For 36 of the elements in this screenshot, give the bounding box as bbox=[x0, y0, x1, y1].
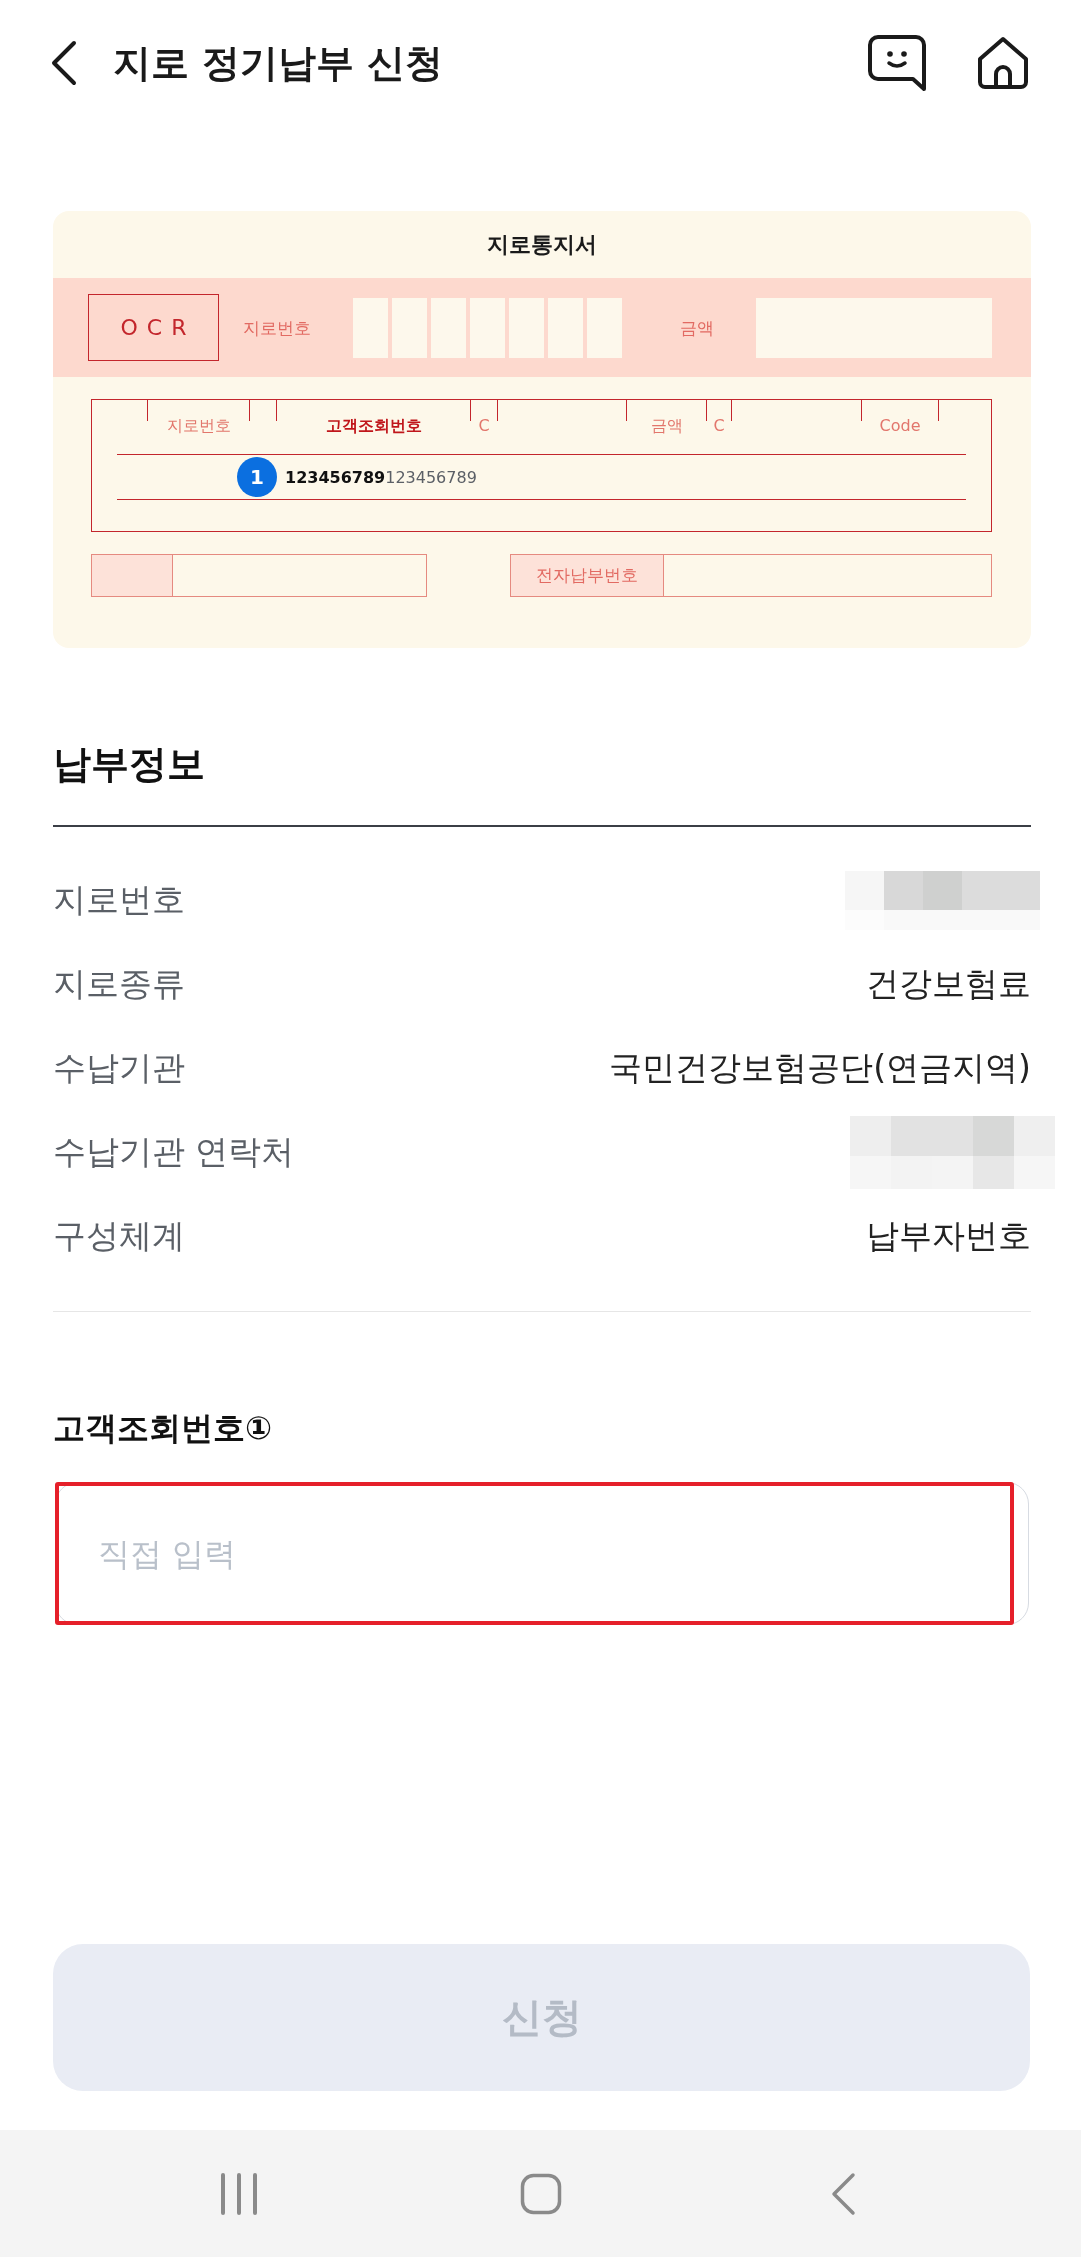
info-value: 납부자번호 bbox=[866, 1216, 1031, 1256]
column-label: C bbox=[478, 416, 490, 436]
number-badge: 1 bbox=[237, 457, 277, 497]
digit-field bbox=[587, 297, 622, 358]
info-value: 국민건강보험공단(연금지역) bbox=[609, 1048, 1031, 1088]
info-label: 구성체계 bbox=[53, 1216, 185, 1256]
digit-field bbox=[431, 297, 466, 358]
column-label: C bbox=[713, 416, 725, 436]
home-icon[interactable] bbox=[975, 34, 1031, 91]
smiley-bubble-icon[interactable] bbox=[867, 33, 927, 92]
rounded-square-icon[interactable] bbox=[519, 2172, 562, 2215]
label-cell: 전자납부번호 bbox=[511, 555, 664, 596]
column-label: 고객조회번호 bbox=[325, 416, 422, 436]
info-label: 수납기관 연락처 bbox=[53, 1132, 295, 1172]
digit-field bbox=[392, 297, 427, 358]
info-label: 지로번호 bbox=[53, 880, 185, 920]
back-icon[interactable] bbox=[50, 39, 78, 86]
digit-field bbox=[509, 297, 544, 358]
info-label: 지로종류 bbox=[53, 964, 185, 1004]
field-label: 고객조회번호① bbox=[53, 1408, 274, 1448]
column-label: 금액 bbox=[650, 416, 683, 436]
digit-field bbox=[353, 297, 388, 358]
giro-number-label: 지로번호 bbox=[243, 316, 311, 339]
section-title: 납부정보 bbox=[53, 741, 206, 788]
info-value: 건강보험료 bbox=[866, 964, 1031, 1004]
column-label: Code bbox=[879, 416, 921, 436]
column-label: 지로번호 bbox=[166, 416, 231, 436]
digit-field bbox=[470, 297, 505, 358]
vertical-lines-icon[interactable] bbox=[218, 2171, 259, 2216]
page-title: 지로 정기납부 신청 bbox=[113, 39, 444, 87]
amount-label: 금액 bbox=[680, 316, 714, 339]
digit-field bbox=[548, 297, 583, 358]
code-number: 123456789123456789 bbox=[285, 467, 477, 487]
ocr-mark: OCR bbox=[88, 294, 219, 361]
notice-title: 지로통지서 bbox=[487, 230, 597, 259]
info-label: 수납기관 bbox=[53, 1048, 185, 1088]
